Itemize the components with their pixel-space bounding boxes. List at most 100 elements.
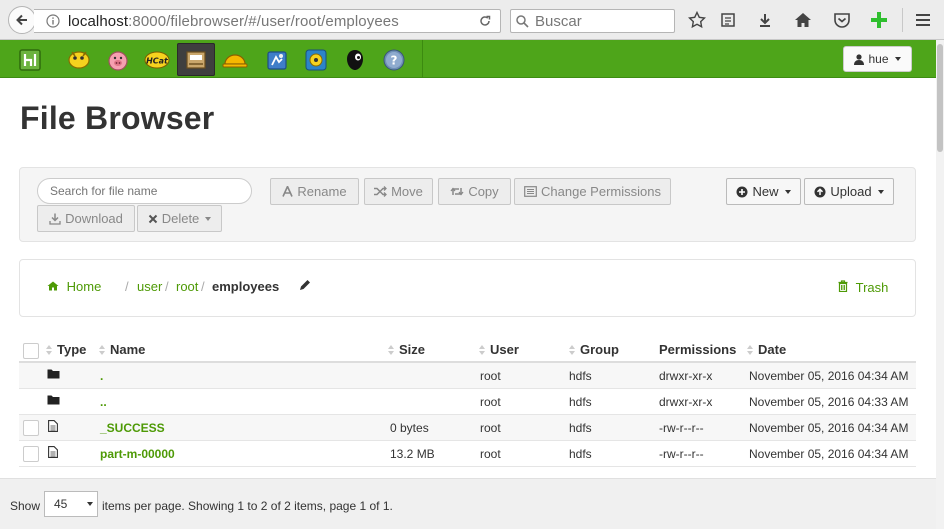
breadcrumb-home[interactable]: Home — [47, 279, 101, 294]
table-row[interactable]: part-m-00000 13.2 MB root hdfs -rw-r--r-… — [19, 441, 916, 467]
file-date: November 05, 2016 04:33 AM — [749, 395, 909, 409]
pocket-icon[interactable] — [832, 10, 852, 30]
chevron-down-icon — [784, 189, 791, 194]
file-user: root — [480, 447, 501, 461]
browser-search-field[interactable]: Buscar — [510, 9, 675, 33]
back-button[interactable] — [8, 6, 36, 34]
trash-link[interactable]: Trash — [838, 280, 888, 295]
file-date: November 05, 2016 04:34 AM — [749, 447, 909, 461]
copy-button[interactable]: Copy — [438, 178, 511, 205]
browser-search-placeholder: Buscar — [535, 13, 582, 30]
rename-button[interactable]: Rename — [270, 178, 359, 205]
plus-circle-icon — [736, 186, 748, 197]
column-header-size[interactable]: Size — [388, 342, 425, 357]
new-button[interactable]: New — [726, 178, 801, 205]
sort-icon — [99, 344, 105, 355]
column-header-name[interactable]: Name — [99, 342, 145, 357]
file-permissions: -rw-r--r-- — [659, 447, 704, 461]
browser-toolbar: localhost:8000/filebrowser/#/user/root/e… — [0, 0, 944, 40]
pagination-footer: Show 45 items per page. Showing 1 to 2 o… — [0, 478, 936, 529]
reload-icon[interactable] — [478, 14, 492, 28]
url-text: localhost:8000/filebrowser/#/user/root/e… — [68, 13, 399, 30]
table-header: Type Name Size User Group Permissions Da… — [19, 336, 916, 363]
svg-text:HCat: HCat — [146, 56, 169, 65]
download-button[interactable]: Download — [37, 205, 135, 232]
remove-icon — [148, 214, 157, 223]
home-icon[interactable] — [793, 10, 813, 30]
hive-icon[interactable] — [60, 43, 98, 76]
chevron-down-icon — [87, 502, 93, 506]
breadcrumb-separator: / — [165, 279, 169, 294]
column-header-type[interactable]: Type — [46, 342, 86, 357]
scrollbar-thumb[interactable] — [937, 44, 943, 152]
add-on-plus-icon[interactable] — [869, 10, 889, 30]
file-permissions: drwxr-xr-x — [659, 369, 713, 383]
list-alt-icon — [524, 186, 537, 197]
items-per-page-select[interactable]: 45 — [44, 491, 98, 517]
search-icon — [516, 15, 529, 28]
file-name-link[interactable]: . — [100, 369, 103, 383]
reading-list-icon[interactable] — [718, 10, 738, 30]
table-row[interactable]: _SUCCESS 0 bytes root hdfs -rw-r--r-- No… — [19, 415, 916, 441]
info-icon[interactable] — [46, 14, 60, 28]
file-name-link[interactable]: _SUCCESS — [100, 421, 165, 435]
table-row[interactable]: .. root hdfs drwxr-xr-x November 05, 201… — [19, 389, 916, 415]
retweet-icon — [450, 187, 464, 196]
row-checkbox[interactable] — [23, 420, 39, 436]
svg-text:?: ? — [391, 53, 398, 67]
file-search-input[interactable] — [37, 178, 252, 204]
filebrowser-icon[interactable] — [177, 43, 215, 76]
breadcrumb-separator: / — [125, 279, 129, 294]
column-header-permissions[interactable]: Permissions — [659, 342, 736, 357]
sort-icon — [388, 344, 394, 355]
select-all-checkbox[interactable] — [23, 343, 39, 359]
items-per-page-value: 45 — [54, 497, 68, 511]
hue-logo-icon[interactable] — [11, 43, 49, 76]
file-user: root — [480, 369, 501, 383]
font-icon — [282, 186, 294, 197]
breadcrumb-user[interactable]: user — [137, 279, 162, 294]
help-icon[interactable]: ? — [375, 43, 413, 76]
upload-circle-icon — [814, 186, 826, 197]
pig-icon[interactable] — [99, 43, 137, 76]
edit-path-pencil-icon[interactable] — [299, 279, 311, 294]
file-date: November 05, 2016 04:34 AM — [749, 369, 909, 383]
breadcrumb-separator: / — [201, 279, 205, 294]
downloads-icon[interactable] — [755, 10, 775, 30]
toolbar-separator — [902, 8, 903, 32]
beeswax-icon[interactable] — [297, 43, 335, 76]
file-permissions: drwxr-xr-x — [659, 395, 713, 409]
column-header-user[interactable]: User — [479, 342, 519, 357]
file-name-link[interactable]: part-m-00000 — [100, 447, 175, 461]
file-user: root — [480, 395, 501, 409]
column-header-date[interactable]: Date — [747, 342, 786, 357]
delete-button[interactable]: Delete — [137, 205, 222, 232]
upload-button[interactable]: Upload — [804, 178, 894, 205]
row-checkbox[interactable] — [23, 446, 39, 462]
sort-icon — [569, 344, 575, 355]
change-permissions-button[interactable]: Change Permissions — [514, 178, 671, 205]
back-arrow-icon — [16, 14, 27, 26]
oozie-icon[interactable] — [258, 43, 296, 76]
download-icon — [49, 213, 61, 225]
bookmark-star-icon[interactable] — [687, 10, 707, 30]
file-icon — [48, 446, 58, 461]
user-menu-button[interactable]: hue — [843, 46, 912, 72]
page-scrollbar[interactable] — [936, 40, 944, 529]
home-icon — [47, 281, 59, 291]
file-name-link[interactable]: .. — [100, 395, 107, 409]
sqoop-icon[interactable] — [336, 43, 374, 76]
trash-icon — [838, 280, 848, 293]
table-row[interactable]: . root hdfs drwxr-xr-x November 05, 2016… — [19, 363, 916, 389]
move-button[interactable]: Move — [364, 178, 433, 205]
breadcrumb-root[interactable]: root — [176, 279, 198, 294]
action-toolbar: Rename Move Copy Change Permissions Down… — [19, 167, 916, 242]
column-header-group[interactable]: Group — [569, 342, 619, 357]
file-permissions: -rw-r--r-- — [659, 421, 704, 435]
sort-icon — [46, 344, 52, 355]
menu-icon[interactable] — [913, 10, 933, 30]
file-size: 13.2 MB — [390, 447, 435, 461]
jobbrowser-icon[interactable] — [216, 43, 254, 76]
address-bar[interactable]: localhost:8000/filebrowser/#/user/root/e… — [34, 9, 501, 33]
hcat-icon[interactable]: HCat — [138, 43, 176, 76]
